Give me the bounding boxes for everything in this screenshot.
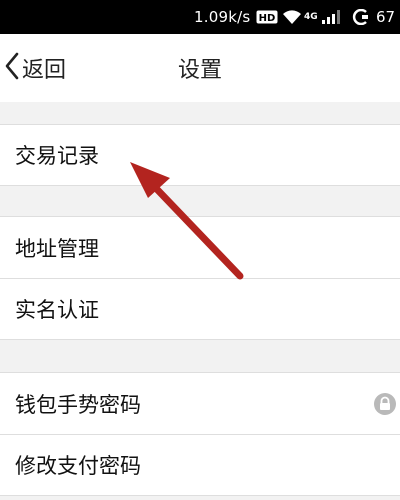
status-bar: 1.09k/s HD 4G 67 bbox=[0, 0, 400, 34]
back-label: 返回 bbox=[22, 58, 67, 83]
battery-level: 67 bbox=[376, 8, 396, 26]
settings-row-real-name-verification[interactable]: 实名认证 bbox=[0, 278, 400, 340]
hd-icon: HD bbox=[256, 0, 278, 34]
chevron-left-icon bbox=[4, 51, 20, 85]
settings-row-transaction-records[interactable]: 交易记录 bbox=[0, 124, 400, 186]
settings-group-account: 地址管理 实名认证 bbox=[0, 216, 400, 340]
lock-icon bbox=[374, 393, 396, 419]
row-label: 实名认证 bbox=[15, 298, 99, 322]
row-label: 地址管理 bbox=[15, 236, 99, 261]
svg-text:HD: HD bbox=[259, 13, 276, 24]
settings-row-change-payment-password[interactable]: 修改支付密码 bbox=[0, 434, 400, 496]
row-label: 钱包手势密码 bbox=[15, 392, 141, 417]
settings-group-security: 钱包手势密码 修改支付密码 bbox=[0, 372, 400, 496]
nav-header: 返回 设置 bbox=[0, 34, 400, 102]
settings-row-wallet-gesture-password[interactable]: 钱包手势密码 bbox=[0, 372, 400, 434]
settings-group-transactions: 交易记录 bbox=[0, 124, 400, 186]
row-label: 交易记录 bbox=[15, 144, 99, 168]
network-type: 4G bbox=[304, 12, 318, 22]
charging-icon bbox=[352, 0, 370, 34]
row-label: 修改支付密码 bbox=[15, 454, 141, 478]
settings-row-address-management[interactable]: 地址管理 bbox=[0, 216, 400, 278]
wifi-icon bbox=[282, 0, 302, 34]
back-button[interactable]: 返回 bbox=[4, 34, 66, 102]
signal-icon bbox=[322, 0, 344, 34]
network-speed: 1.09k/s bbox=[194, 8, 251, 26]
